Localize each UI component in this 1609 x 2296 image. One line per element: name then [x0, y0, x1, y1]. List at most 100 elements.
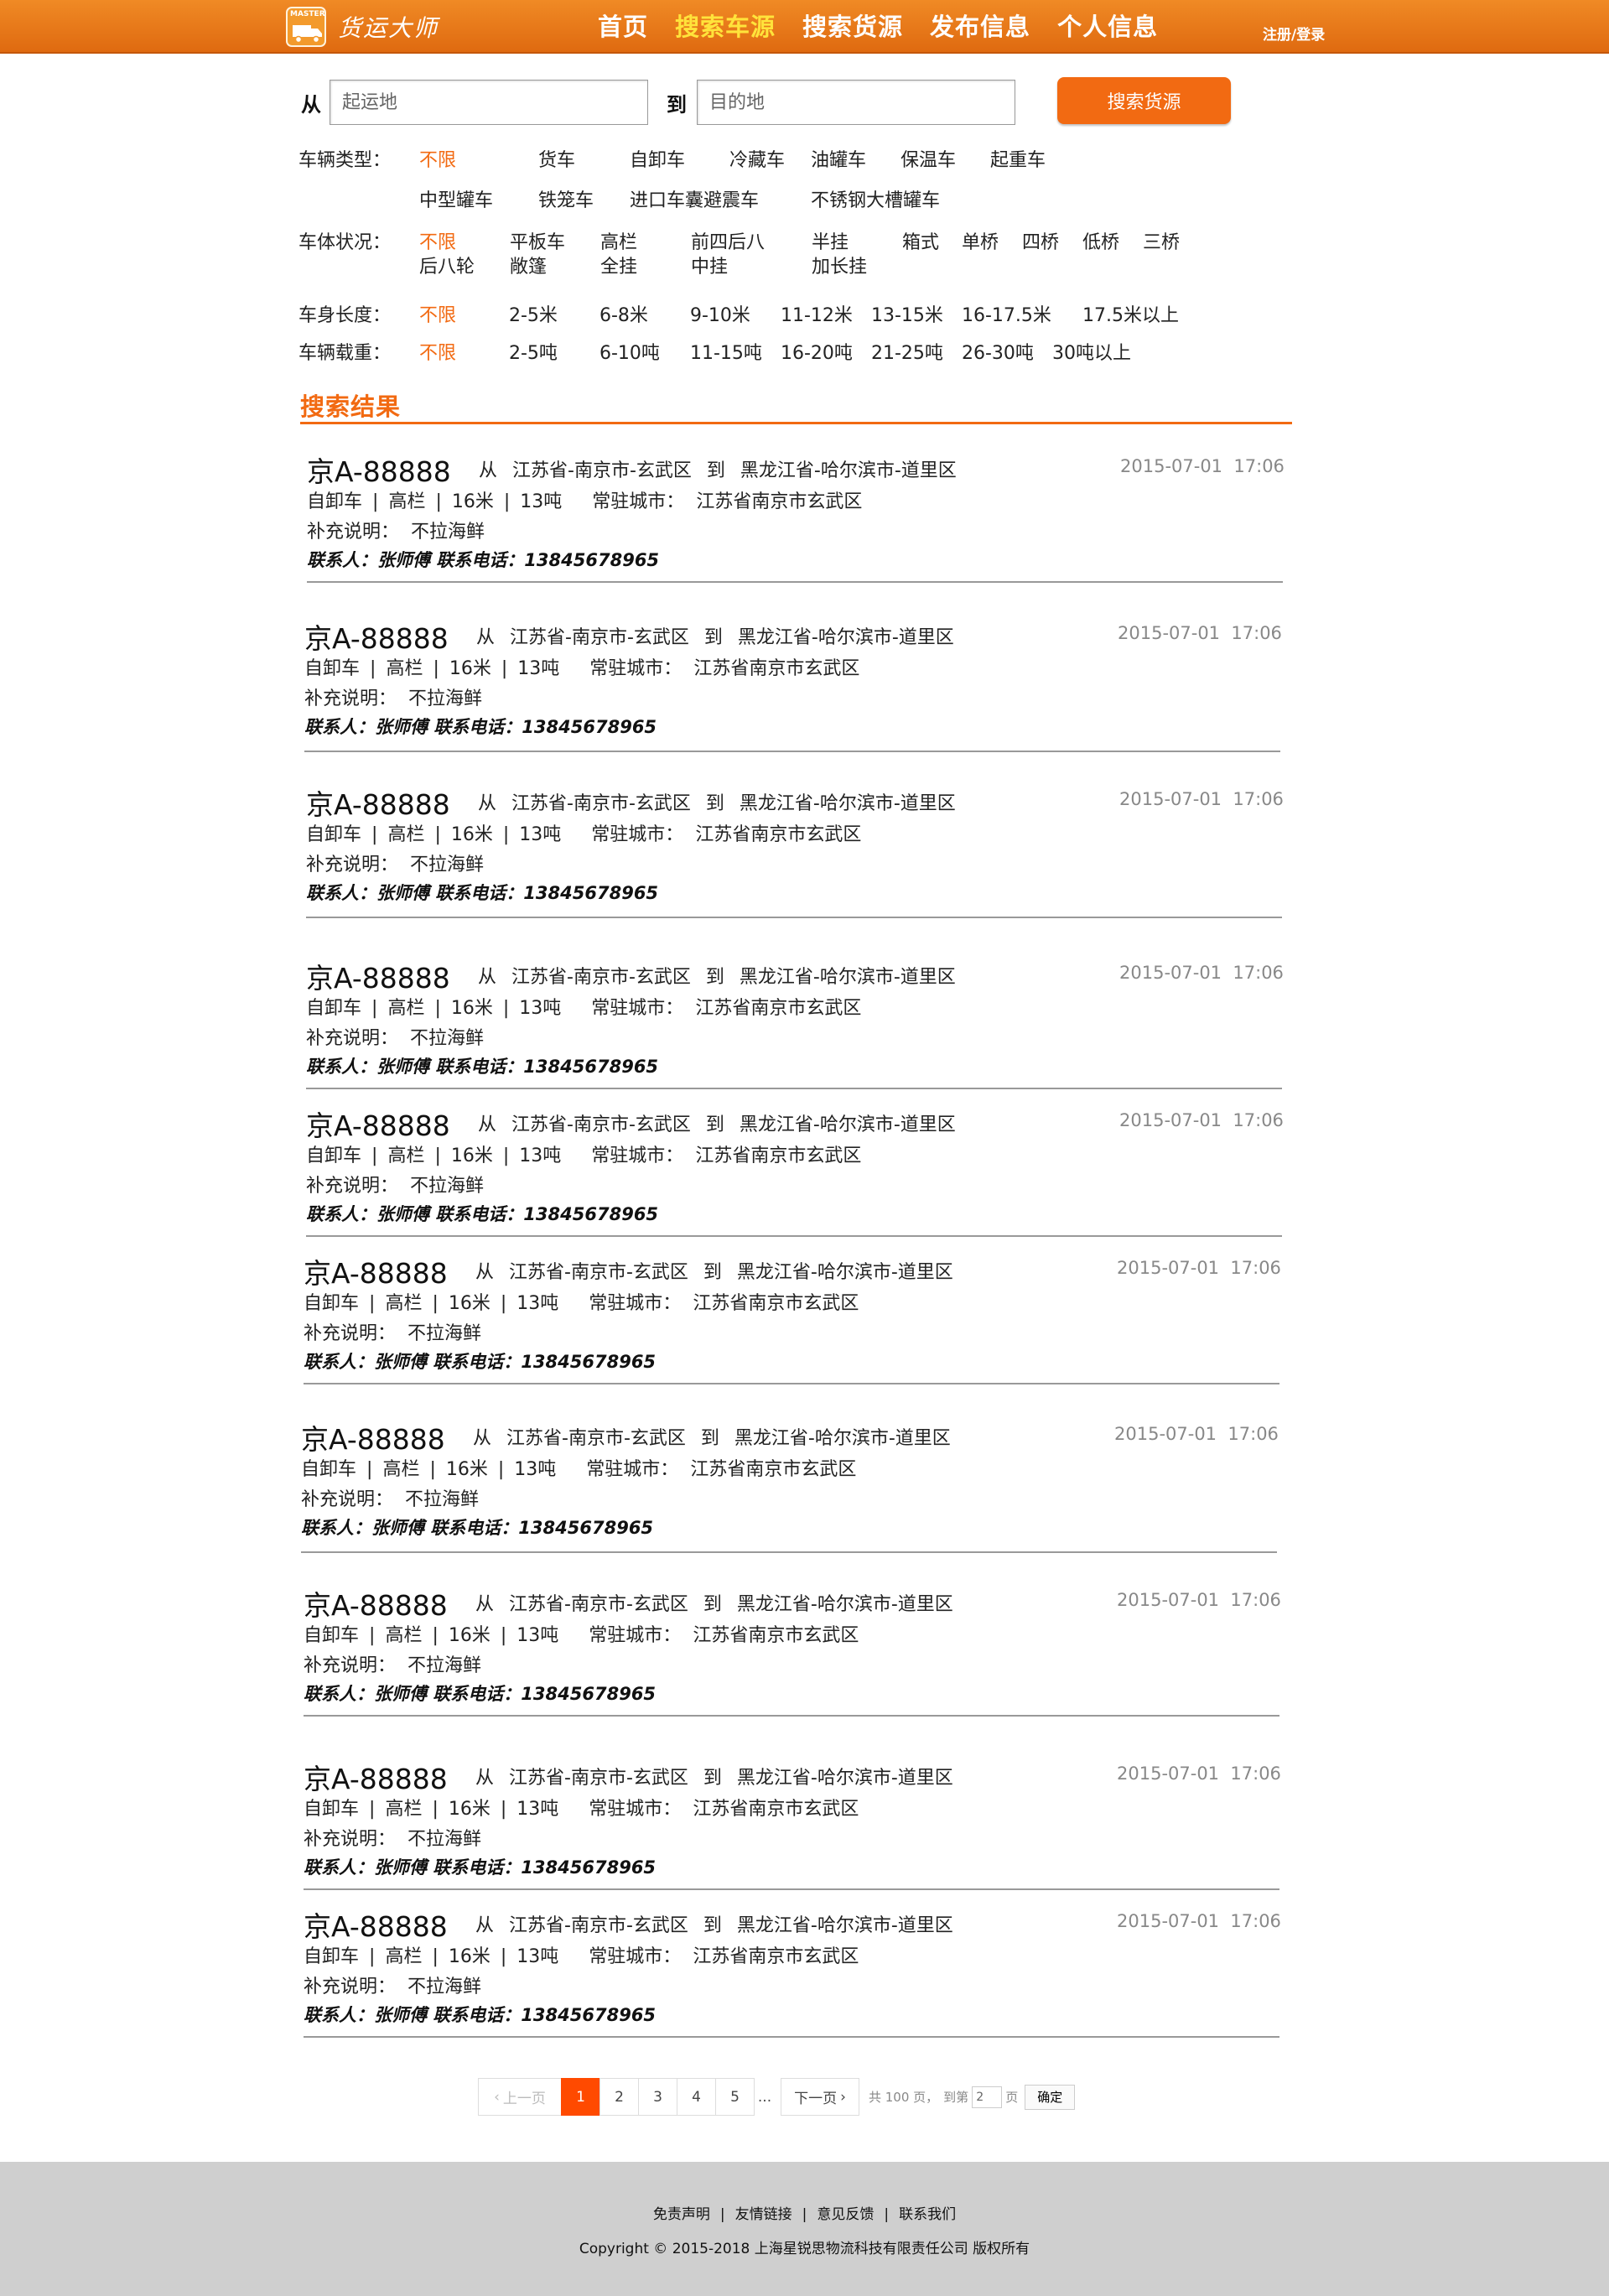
- nav-publish[interactable]: 发布信息: [930, 10, 1030, 44]
- spec-separator: |: [434, 824, 441, 845]
- page-button-current[interactable]: 1: [561, 2078, 600, 2116]
- body-option[interactable]: 高栏: [600, 227, 637, 254]
- length-option[interactable]: 11-12米: [781, 300, 853, 327]
- vehicle-type-option[interactable]: 油罐车: [811, 145, 866, 172]
- body-option[interactable]: 单桥: [962, 227, 999, 254]
- item-divider: [306, 917, 1282, 918]
- nav-profile[interactable]: 个人信息: [1057, 10, 1158, 44]
- footer-link-feedback[interactable]: 意见反馈: [817, 2206, 874, 2223]
- origin: 江苏省-南京市-玄武区: [510, 627, 689, 648]
- result-item[interactable]: 京A-88888 从江苏省-南京市-玄武区到黑龙江省-哈尔滨市-道里区 2015-0…: [306, 782, 1291, 929]
- vehicle-type-option[interactable]: 保温车: [901, 145, 956, 172]
- result-item[interactable]: 京A-88888 从江苏省-南京市-玄武区到黑龙江省-哈尔滨市-道里区 2015-0…: [304, 1904, 1289, 2051]
- result-item[interactable]: 京A-88888 从江苏省-南京市-玄武区到黑龙江省-哈尔滨市-道里区 2015-0…: [301, 1417, 1286, 1564]
- vehicle-type-option[interactable]: 不限: [419, 145, 456, 172]
- weight-option[interactable]: 2-5吨: [509, 338, 558, 365]
- vehicle-weight: 13吨: [514, 1459, 557, 1480]
- vehicle-type-option[interactable]: 起重车: [990, 145, 1046, 172]
- length-option[interactable]: 6-8米: [599, 300, 648, 327]
- vehicle-type-option[interactable]: 中型罐车: [419, 185, 493, 212]
- vehicle-weight: 13吨: [516, 1946, 559, 1967]
- origin-input[interactable]: [330, 80, 648, 125]
- length-option[interactable]: 16-17.5米: [962, 300, 1051, 327]
- body-option[interactable]: 敞篷: [510, 252, 547, 278]
- result-item[interactable]: 京A-88888 从江苏省-南京市-玄武区到黑龙江省-哈尔滨市-道里区 2015-0…: [304, 1251, 1289, 1398]
- logo[interactable]: MASTER 货运大师: [286, 5, 439, 49]
- note-label: 补充说明：: [306, 1176, 399, 1197]
- weight-option[interactable]: 不限: [419, 338, 456, 365]
- weight-option[interactable]: 16-20吨: [781, 338, 853, 365]
- body-option[interactable]: 四桥: [1022, 227, 1059, 254]
- body-option[interactable]: 平板车: [510, 227, 565, 254]
- vehicle-specs: 自卸车 | 高栏 | 16米 | 13吨 常驻城市： 江苏省南京市玄武区: [304, 1620, 859, 1647]
- length-option[interactable]: 不限: [419, 300, 456, 327]
- length-option[interactable]: 13-15米: [871, 300, 943, 327]
- page-button[interactable]: 4: [677, 2078, 716, 2116]
- length-option[interactable]: 9-10米: [690, 300, 750, 327]
- result-item[interactable]: 京A-88888 从江苏省-南京市-玄武区到黑龙江省-哈尔滨市-道里区 2015-0…: [307, 449, 1292, 596]
- nav-home[interactable]: 首页: [598, 10, 648, 44]
- search-button[interactable]: 搜索货源: [1057, 77, 1231, 124]
- result-item[interactable]: 京A-88888 从江苏省-南京市-玄武区到黑龙江省-哈尔滨市-道里区 2015-0…: [304, 616, 1290, 763]
- contact-info: 联系人：张师傅 联系电话：13845678965: [306, 1204, 659, 1224]
- note-label: 补充说明：: [304, 1655, 397, 1676]
- page-button[interactable]: 2: [599, 2078, 639, 2116]
- spec-separator: |: [500, 1799, 507, 1820]
- city-label: 常驻城市：: [591, 998, 684, 1019]
- goto-page-input[interactable]: [972, 2086, 1003, 2108]
- weight-option[interactable]: 21-25吨: [871, 338, 943, 365]
- nav-search-vehicles[interactable]: 搜索车源: [675, 10, 776, 44]
- vehicle-type-option[interactable]: 货车: [538, 145, 575, 172]
- body-option[interactable]: 中挂: [691, 252, 728, 278]
- next-page-button[interactable]: 下一页 ›: [781, 2078, 859, 2116]
- note: 补充说明： 不拉海鲜: [304, 1824, 481, 1851]
- weight-option[interactable]: 11-15吨: [690, 338, 762, 365]
- item-divider: [306, 1088, 1282, 1089]
- body-option[interactable]: 加长挂: [812, 252, 867, 278]
- result-item[interactable]: 京A-88888 从江苏省-南京市-玄武区到黑龙江省-哈尔滨市-道里区 2015-0…: [304, 1757, 1289, 1904]
- weight-option[interactable]: 26-30吨: [962, 338, 1034, 365]
- spec-separator: |: [366, 1459, 373, 1480]
- nav-search-cargo[interactable]: 搜索货源: [802, 10, 903, 44]
- body-option[interactable]: 三桥: [1143, 227, 1180, 254]
- goto-confirm-button[interactable]: 确定: [1025, 2084, 1076, 2110]
- vehicle-type: 自卸车: [307, 491, 363, 512]
- vehicle-type-option[interactable]: 自卸车: [630, 145, 685, 172]
- chevron-right-icon: ›: [840, 2088, 846, 2106]
- vehicle-length: 16米: [448, 1293, 490, 1314]
- to-word: 到: [706, 460, 725, 481]
- footer-link-friends[interactable]: 友情链接: [735, 2206, 792, 2223]
- weight-option[interactable]: 30吨以上: [1052, 338, 1131, 365]
- vehicle-type-option[interactable]: 铁笼车: [538, 185, 594, 212]
- body-option[interactable]: 后八轮: [419, 252, 475, 278]
- spec-separator: |: [502, 1145, 510, 1166]
- result-item[interactable]: 京A-88888 从江苏省-南京市-玄武区到黑龙江省-哈尔滨市-道里区 2015-0…: [304, 1583, 1289, 1730]
- body-option[interactable]: 前四后八: [691, 227, 765, 254]
- footer-link-contact[interactable]: 联系我们: [899, 2206, 956, 2223]
- destination: 黑龙江省-哈尔滨市-道里区: [740, 460, 957, 481]
- vehicle-type-option[interactable]: 冷藏车: [729, 145, 785, 172]
- note-text: 不拉海鲜: [410, 1176, 485, 1197]
- length-option[interactable]: 17.5米以上: [1082, 300, 1179, 327]
- origin: 江苏省-南京市-玄武区: [506, 1428, 686, 1449]
- vehicle-type-option[interactable]: 进口车囊避震车: [630, 185, 759, 212]
- page-button[interactable]: 3: [638, 2078, 677, 2116]
- resident-city: 江苏省南京市玄武区: [693, 1293, 859, 1314]
- body-option[interactable]: 低桥: [1082, 227, 1119, 254]
- body-option[interactable]: 箱式: [902, 227, 939, 254]
- result-item[interactable]: 京A-88888 从江苏省-南京市-玄武区到黑龙江省-哈尔滨市-道里区 2015-0…: [306, 956, 1291, 1103]
- footer-link-disclaimer[interactable]: 免责声明: [653, 2206, 710, 2223]
- result-item[interactable]: 京A-88888 从江苏省-南京市-玄武区到黑龙江省-哈尔滨市-道里区 2015-0…: [306, 1104, 1291, 1250]
- body-option[interactable]: 全挂: [600, 252, 637, 278]
- body-option[interactable]: 不限: [419, 227, 456, 254]
- register-login-link[interactable]: 注册/登录: [1263, 23, 1325, 44]
- weight-option[interactable]: 6-10吨: [599, 338, 660, 365]
- destination: 黑龙江省-哈尔滨市-道里区: [736, 1915, 953, 1936]
- vehicle-type: 自卸车: [304, 1799, 360, 1820]
- length-option[interactable]: 2-5米: [509, 300, 558, 327]
- vehicle-type-option[interactable]: 不锈钢大槽罐车: [811, 185, 940, 212]
- page-button[interactable]: 5: [715, 2078, 755, 2116]
- destination-input[interactable]: [697, 80, 1015, 125]
- body-option[interactable]: 半挂: [812, 227, 849, 254]
- prev-page-button[interactable]: ‹ 上一页: [478, 2078, 562, 2116]
